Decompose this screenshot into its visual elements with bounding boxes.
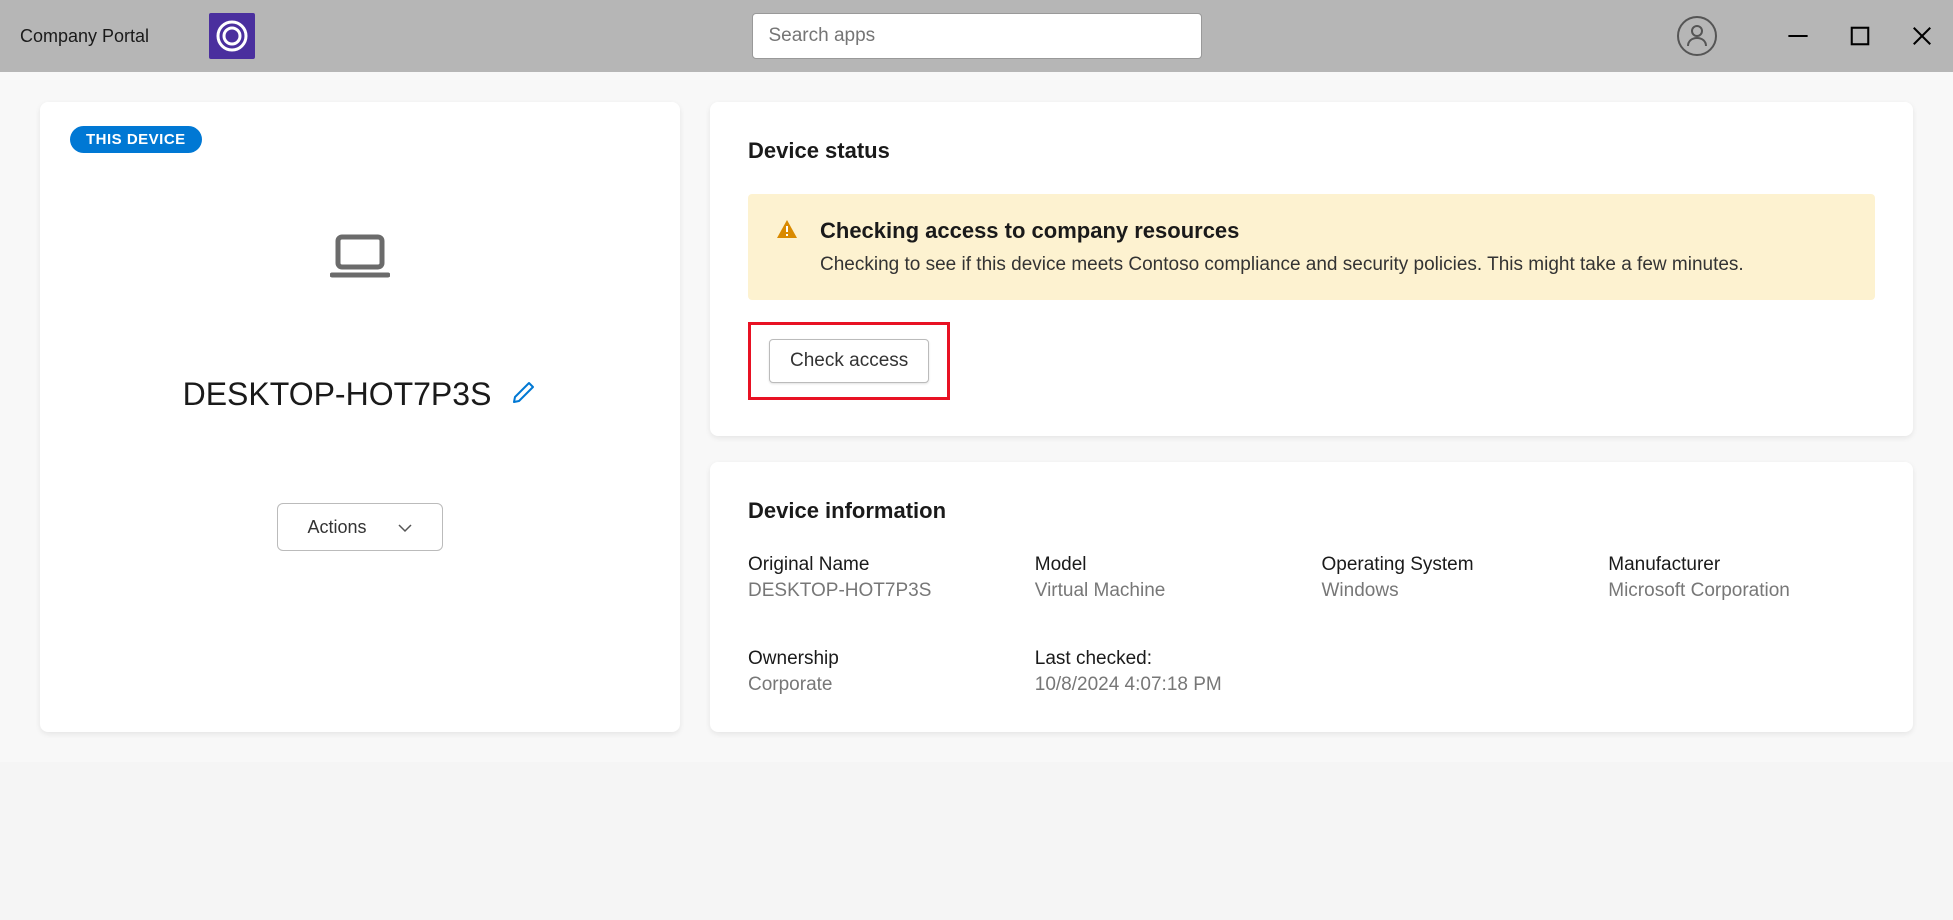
laptop-icon bbox=[330, 233, 390, 286]
actions-label: Actions bbox=[307, 517, 366, 538]
search-input[interactable] bbox=[752, 13, 1202, 59]
device-card: THIS DEVICE DESKTOP-HOT7P3S Actions bbox=[40, 102, 680, 732]
status-banner: Checking access to company resources Che… bbox=[748, 194, 1875, 300]
close-button[interactable] bbox=[1911, 25, 1933, 47]
app-title: Company Portal bbox=[20, 26, 149, 47]
info-value: Virtual Machine bbox=[1035, 580, 1302, 602]
info-item-os: Operating System Windows bbox=[1322, 554, 1589, 602]
device-name: DESKTOP-HOT7P3S bbox=[183, 376, 492, 413]
info-value: Microsoft Corporation bbox=[1608, 580, 1875, 602]
profile-avatar[interactable] bbox=[1677, 16, 1717, 56]
info-label: Manufacturer bbox=[1608, 554, 1875, 576]
device-info-grid: Original Name DESKTOP-HOT7P3S Model Virt… bbox=[748, 554, 1875, 696]
this-device-badge: THIS DEVICE bbox=[70, 126, 202, 153]
device-status-card: Device status Checking access to company… bbox=[710, 102, 1913, 436]
info-item-ownership: Ownership Corporate bbox=[748, 648, 1015, 696]
info-label: Operating System bbox=[1322, 554, 1589, 576]
device-info-title: Device information bbox=[748, 498, 1875, 524]
info-value: Windows bbox=[1322, 580, 1589, 602]
chevron-down-icon bbox=[397, 517, 413, 538]
maximize-button[interactable] bbox=[1849, 25, 1871, 47]
info-value: Corporate bbox=[748, 674, 1015, 696]
info-label: Ownership bbox=[748, 648, 1015, 670]
info-item-model: Model Virtual Machine bbox=[1035, 554, 1302, 602]
minimize-button[interactable] bbox=[1787, 25, 1809, 47]
info-item-original-name: Original Name DESKTOP-HOT7P3S bbox=[748, 554, 1015, 602]
status-banner-body: Checking to see if this device meets Con… bbox=[820, 254, 1744, 276]
info-label: Model bbox=[1035, 554, 1302, 576]
device-status-title: Device status bbox=[748, 138, 1875, 164]
info-item-manufacturer: Manufacturer Microsoft Corporation bbox=[1608, 554, 1875, 602]
info-label: Last checked: bbox=[1035, 648, 1302, 670]
check-access-button[interactable]: Check access bbox=[769, 339, 929, 383]
check-access-highlight: Check access bbox=[748, 322, 950, 400]
titlebar: Company Portal bbox=[0, 0, 1953, 72]
device-info-card: Device information Original Name DESKTOP… bbox=[710, 462, 1913, 732]
actions-dropdown[interactable]: Actions bbox=[277, 503, 443, 551]
app-logo bbox=[209, 13, 255, 59]
info-item-last-checked: Last checked: 10/8/2024 4:07:18 PM bbox=[1035, 648, 1302, 696]
info-value: DESKTOP-HOT7P3S bbox=[748, 580, 1015, 602]
edit-icon[interactable] bbox=[511, 379, 537, 410]
main-content: THIS DEVICE DESKTOP-HOT7P3S Actions Devi… bbox=[0, 72, 1953, 762]
status-banner-title: Checking access to company resources bbox=[820, 218, 1744, 244]
warning-icon bbox=[776, 218, 798, 245]
info-label: Original Name bbox=[748, 554, 1015, 576]
info-value: 10/8/2024 4:07:18 PM bbox=[1035, 674, 1302, 696]
